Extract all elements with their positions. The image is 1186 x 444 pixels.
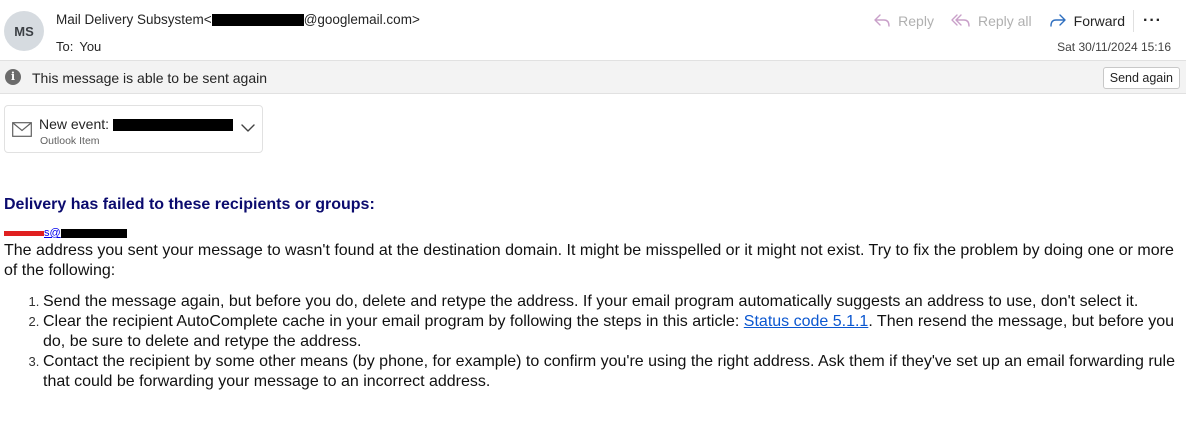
redacted-block (60, 228, 127, 238)
sender-email-domain: @googlemail.com> (303, 12, 420, 27)
redacted-strike: ​ (4, 227, 44, 239)
attachment-card[interactable]: New event: Outlook Item (4, 105, 263, 153)
message-actions: Reply Reply all Forward ··· (873, 10, 1186, 32)
forward-button[interactable]: Forward (1049, 13, 1125, 29)
status-code-link[interactable]: Status code 5.1.1 (744, 313, 869, 330)
attachment-title: New event: (39, 116, 233, 132)
forward-label: Forward (1073, 13, 1126, 29)
more-actions-button[interactable]: ··· (1143, 13, 1162, 29)
message-date: Sat 30/11/2024 15:16 (1057, 40, 1171, 54)
reply-all-label: Reply all (977, 13, 1032, 29)
sender[interactable]: Mail Delivery Subsystem< @googlemail.com> (56, 12, 420, 27)
step-text: Clear the recipient AutoComplete cache i… (43, 313, 744, 330)
recipient-visible: s@ (44, 227, 61, 239)
toolbar-divider (1133, 10, 1135, 32)
sender-name: Mail Delivery Subsystem (56, 12, 204, 27)
forward-arrow-icon (1049, 14, 1066, 27)
attachment-subtitle: Outlook Item (40, 135, 100, 147)
chevron-down-icon[interactable] (241, 123, 255, 133)
reply-arrow-icon (874, 14, 890, 27)
message-body: Delivery has failed to these recipients … (4, 196, 1182, 392)
envelope-icon (12, 122, 32, 137)
sender-email-open: < (203, 12, 212, 27)
fix-steps-list: Send the message again, but before you d… (4, 292, 1182, 392)
list-item: Contact the recipient by some other mean… (43, 352, 1182, 392)
send-again-button[interactable]: Send again (1102, 67, 1180, 89)
list-item: Send the message again, but before you d… (43, 292, 1182, 312)
to-recipient[interactable]: You (79, 39, 101, 54)
reply-label: Reply (898, 13, 934, 29)
attachment-title-text: New event: (39, 116, 113, 132)
avatar[interactable]: MS (4, 11, 44, 51)
info-icon: i (5, 69, 21, 85)
redacted-block (211, 14, 304, 27)
explanation-paragraph: The address you sent your message to was… (4, 242, 1174, 279)
reply-all-button[interactable]: Reply all (951, 13, 1032, 29)
redacted-block (112, 119, 233, 132)
to-label: To: (56, 39, 74, 54)
list-item: Clear the recipient AutoComplete cache i… (43, 312, 1182, 352)
info-bar-text: This message is able to be sent again (32, 70, 268, 86)
reply-button[interactable]: Reply (873, 13, 934, 29)
info-bar: i This message is able to be sent again … (0, 60, 1186, 94)
to-line: To: You (56, 39, 101, 54)
reply-all-arrow-icon (951, 14, 970, 27)
message-header: MS Mail Delivery Subsystem< @googlemail.c… (0, 0, 1186, 60)
failure-heading: Delivery has failed to these recipients … (4, 196, 375, 213)
failed-recipient-link[interactable]: ​s@ (4, 228, 1182, 241)
